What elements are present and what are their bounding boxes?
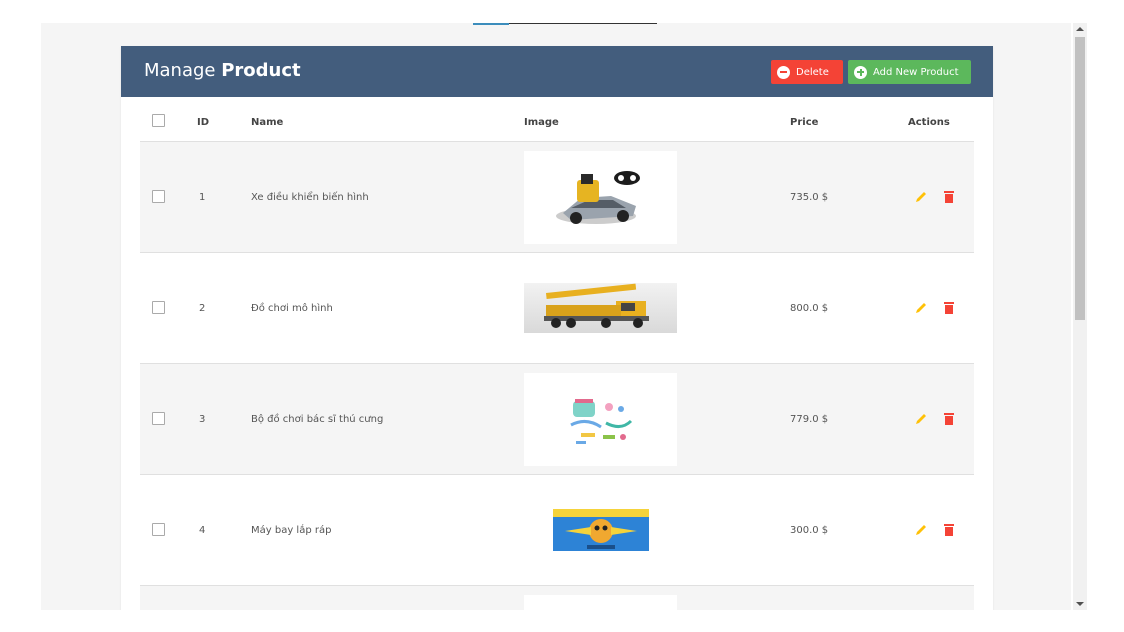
top-tab-active-indicator (473, 23, 509, 25)
delete-button-label: Delete (796, 66, 829, 78)
select-all-checkbox[interactable] (152, 114, 165, 127)
column-header-name: Name (251, 117, 284, 128)
table-row: 4 Máy bay lắp ráp 300.0 $ (140, 475, 974, 586)
column-header-id: ID (197, 117, 210, 128)
row-id: 3 (199, 414, 206, 425)
title-bold: Product (221, 60, 301, 81)
column-header-actions: Actions (908, 117, 950, 128)
row-checkbox[interactable] (152, 523, 165, 536)
table-row (140, 586, 974, 610)
edit-pencil-icon[interactable] (914, 523, 928, 537)
delete-trash-icon[interactable] (944, 302, 954, 314)
row-id: 1 (199, 192, 206, 203)
row-checkbox[interactable] (152, 301, 165, 314)
table-row: 2 Đồ chơi mô hình 800.0 $ (140, 253, 974, 364)
minus-circle-icon (777, 65, 790, 79)
row-name: Đồ chơi mô hình (251, 303, 333, 314)
table-header: ID Name Image Price Actions (140, 97, 974, 142)
assembly-plane-box-image (524, 509, 677, 551)
card-header: Manage Product Delete Add New Product (121, 46, 993, 97)
scroll-up-arrow-icon[interactable] (1076, 27, 1084, 31)
row-name: Máy bay lắp ráp (251, 525, 332, 536)
row-name: Xe điều khiển biến hình (251, 192, 369, 203)
scroll-down-arrow-icon[interactable] (1076, 602, 1084, 606)
title-prefix: Manage (144, 60, 222, 81)
toy-crane-truck-image (524, 283, 677, 333)
page-title: Manage Product (144, 60, 301, 81)
product-image-placeholder (524, 595, 677, 610)
add-button-label: Add New Product (873, 66, 959, 78)
row-price: 800.0 $ (790, 303, 829, 314)
delete-trash-icon[interactable] (944, 413, 954, 425)
edit-pencil-icon[interactable] (914, 190, 928, 204)
table-row: 1 Xe điều khiển biến hình 735.0 $ (140, 142, 974, 253)
column-header-image: Image (524, 117, 559, 128)
delete-trash-icon[interactable] (944, 191, 954, 203)
delete-trash-icon[interactable] (944, 524, 954, 536)
edit-pencil-icon[interactable] (914, 412, 928, 426)
plus-circle-icon (854, 65, 867, 79)
table-row: 3 Bộ đồ chơi bác sĩ thú cưng 779.0 $ (140, 364, 974, 475)
delete-button[interactable]: Delete (771, 60, 843, 84)
row-name: Bộ đồ chơi bác sĩ thú cưng (251, 414, 384, 425)
vertical-scrollbar[interactable] (1073, 23, 1087, 610)
pet-doctor-toy-set-image (524, 373, 677, 466)
row-id: 2 (199, 303, 206, 314)
row-checkbox[interactable] (152, 412, 165, 425)
row-checkbox[interactable] (152, 190, 165, 203)
page-viewport: Manage Product Delete Add New Product ID… (41, 23, 1071, 610)
product-table: ID Name Image Price Actions 1 Xe điều kh… (140, 97, 974, 610)
transforming-rc-car-image (524, 151, 677, 244)
row-price: 779.0 $ (790, 414, 829, 425)
edit-pencil-icon[interactable] (914, 301, 928, 315)
scrollbar-thumb[interactable] (1075, 37, 1085, 320)
row-id: 4 (199, 525, 206, 536)
column-header-price: Price (790, 117, 819, 128)
manage-product-card: Manage Product Delete Add New Product ID… (121, 46, 993, 610)
row-price: 735.0 $ (790, 192, 829, 203)
add-new-product-button[interactable]: Add New Product (848, 60, 971, 84)
row-price: 300.0 $ (790, 525, 829, 536)
